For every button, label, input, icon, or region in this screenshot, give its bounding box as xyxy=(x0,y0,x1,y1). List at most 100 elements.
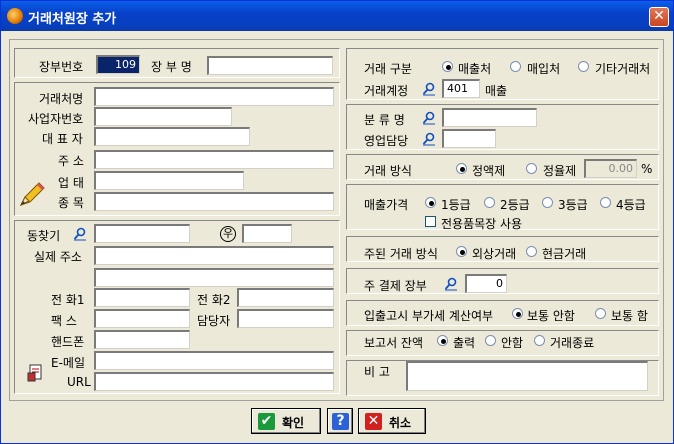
vat-label: 입출고시 부가세 계산여부 xyxy=(364,309,494,323)
ok-button[interactable]: ✔ 확인 xyxy=(251,408,321,434)
category-input[interactable] xyxy=(442,108,537,127)
close-button[interactable]: ✕ xyxy=(649,7,669,27)
trade-type-purchase-label: 매입처 xyxy=(527,62,561,76)
category-label: 분 류 명 xyxy=(364,113,405,127)
phone1-input[interactable] xyxy=(94,288,190,307)
real-address-label: 실제 주소 xyxy=(34,250,82,264)
memo-label: 비 고 xyxy=(364,365,390,379)
fax-label: 팩 스 xyxy=(51,314,77,328)
dedicated-label: 전용품목장 사용 xyxy=(441,217,523,231)
rate-spinner[interactable]: 0.00 xyxy=(584,159,637,178)
search-icon[interactable] xyxy=(73,227,87,241)
pencil-icon xyxy=(17,179,47,209)
mobile-label: 핸드폰 xyxy=(51,335,85,349)
fax-input[interactable] xyxy=(94,309,190,328)
method-fixed-radio[interactable] xyxy=(456,163,467,174)
grade-2-radio[interactable] xyxy=(484,197,495,208)
biz-no-label: 사업자번호 xyxy=(28,112,84,126)
mobile-input[interactable] xyxy=(94,330,190,349)
grade-1-radio[interactable] xyxy=(425,197,436,208)
title-bar: 거래처원장 추가 ✕ xyxy=(1,1,673,31)
report-hide-label: 안함 xyxy=(501,336,524,350)
ceo-input[interactable] xyxy=(94,127,250,146)
partner-name-input[interactable] xyxy=(94,87,334,106)
cancel-button[interactable]: ✕ 취소 xyxy=(358,408,426,434)
real-address-input[interactable] xyxy=(94,246,334,265)
email-input[interactable] xyxy=(94,351,334,370)
account-input[interactable]: 401 xyxy=(442,79,480,98)
manager-input[interactable] xyxy=(237,309,334,328)
vat-apply-label: 보통 함 xyxy=(611,309,648,323)
ledger-name-input[interactable] xyxy=(207,56,333,75)
check-icon: ✔ xyxy=(258,413,275,430)
trade-type-sales-label: 매출처 xyxy=(458,62,492,76)
grade-3-radio[interactable] xyxy=(542,197,553,208)
settle-input[interactable]: 0 xyxy=(465,274,507,293)
main-method-credit-label: 외상거래 xyxy=(472,247,517,261)
real-address-input-2[interactable] xyxy=(94,268,334,287)
phone1-label: 전 화1 xyxy=(51,293,85,307)
address-input[interactable] xyxy=(94,150,334,169)
ceo-label: 대 표 자 xyxy=(42,132,83,146)
document-icon xyxy=(27,364,43,382)
vat-none-radio[interactable] xyxy=(512,308,523,319)
report-end-radio[interactable] xyxy=(534,335,545,346)
report-print-radio[interactable] xyxy=(437,335,448,346)
main-method-cash-label: 현금거래 xyxy=(542,247,587,261)
settle-search-icon[interactable] xyxy=(444,277,458,291)
sales-manager-search-icon[interactable] xyxy=(422,132,436,146)
method-rate-label: 정율제 xyxy=(543,164,577,178)
help-icon: ? xyxy=(332,413,349,430)
category-search-icon[interactable] xyxy=(422,111,436,125)
grade-3-label: 3등급 xyxy=(558,198,588,212)
grade-4-label: 4등급 xyxy=(616,198,646,212)
partner-name-label: 거래처명 xyxy=(39,92,84,106)
biz-item-input[interactable] xyxy=(94,192,334,211)
biz-type-label: 업 태 xyxy=(58,176,84,190)
trade-type-other-radio[interactable] xyxy=(578,61,589,72)
memo-input[interactable] xyxy=(406,361,648,391)
vat-none-label: 보통 안함 xyxy=(527,309,575,323)
report-print-label: 출력 xyxy=(453,336,476,350)
help-button[interactable]: ? xyxy=(327,408,353,434)
report-end-label: 거래종료 xyxy=(550,336,595,350)
cancel-label: 취소 xyxy=(389,416,412,430)
main-method-credit-radio[interactable] xyxy=(456,246,467,257)
account-name: 매출 xyxy=(485,84,508,98)
trade-type-other-label: 기타거래처 xyxy=(595,62,651,76)
trade-type-purchase-radio[interactable] xyxy=(510,61,521,72)
email-label: E-메일 xyxy=(51,356,85,370)
phone2-input[interactable] xyxy=(237,288,334,307)
zip-input[interactable] xyxy=(242,224,292,243)
sales-manager-label: 영업담당 xyxy=(364,134,409,148)
vat-apply-radio[interactable] xyxy=(595,308,606,319)
app-icon xyxy=(7,8,23,24)
main-method-label: 주된 거래 방식 xyxy=(364,247,438,261)
trade-type-label: 거래 구분 xyxy=(364,62,412,76)
url-input[interactable] xyxy=(94,372,334,391)
report-hide-radio[interactable] xyxy=(485,335,496,346)
phone2-label: 전 화2 xyxy=(197,293,231,307)
address-label: 주 소 xyxy=(58,154,84,168)
biz-no-input[interactable] xyxy=(94,107,232,126)
account-label: 거래계정 xyxy=(364,84,409,98)
ledger-name-label: 장 부 명 xyxy=(151,60,192,74)
sales-manager-input[interactable] xyxy=(442,129,496,148)
ledger-no-input[interactable]: 109 xyxy=(96,55,140,74)
trade-type-sales-radio[interactable] xyxy=(442,61,453,72)
report-label: 보고서 잔액 xyxy=(364,336,424,350)
method-label: 거래 방식 xyxy=(364,164,412,178)
biz-type-input[interactable] xyxy=(94,171,244,190)
search-label: 동찾기 xyxy=(27,229,61,243)
price-label: 매출가격 xyxy=(364,198,409,212)
x-icon: ✕ xyxy=(365,413,382,430)
grade-4-radio[interactable] xyxy=(600,197,611,208)
rate-unit: % xyxy=(641,162,653,176)
account-search-icon[interactable] xyxy=(422,82,436,96)
main-method-cash-radio[interactable] xyxy=(526,246,537,257)
method-rate-radio[interactable] xyxy=(526,163,537,174)
settle-label: 주 결제 장부 xyxy=(364,279,427,293)
search-input[interactable] xyxy=(94,224,190,243)
dedicated-checkbox[interactable] xyxy=(425,216,436,227)
ok-label: 확인 xyxy=(282,416,305,430)
